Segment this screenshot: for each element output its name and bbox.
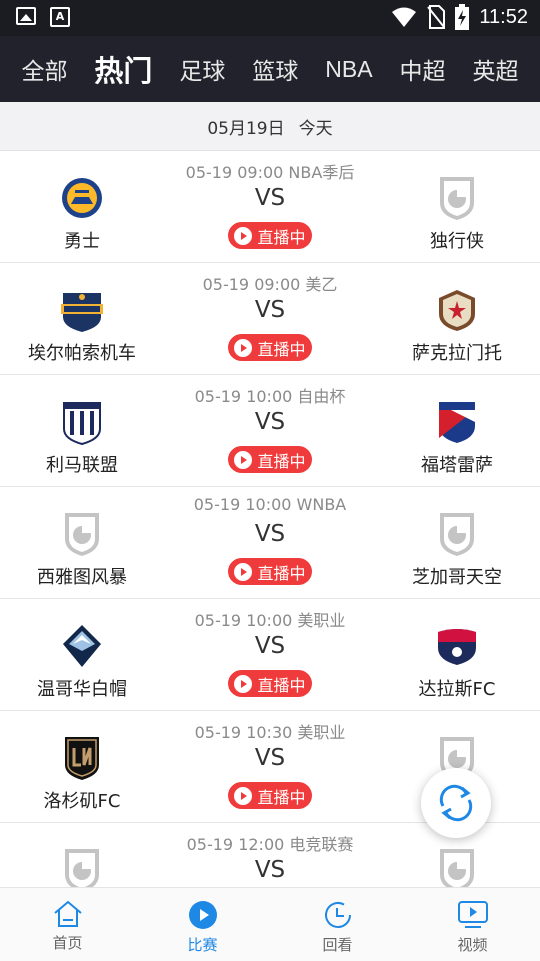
refresh-icon	[439, 784, 473, 822]
nav-replay[interactable]: 回看	[270, 888, 405, 961]
nav-label: 回看	[322, 936, 353, 954]
tab-all[interactable]: 全部	[21, 52, 67, 86]
live-label: 直播中	[257, 339, 306, 359]
play-icon	[234, 450, 253, 469]
home-team-name: 温哥华白帽	[37, 679, 127, 700]
republic-fc-logo	[434, 287, 480, 333]
play-icon	[234, 338, 253, 357]
image-icon	[16, 7, 36, 25]
match-row[interactable]: 05-19 10:00 WNBA 西雅图风暴 VS 直播中 芝加哥天空	[0, 487, 540, 599]
tab-epl[interactable]: 英超	[473, 52, 519, 86]
live-label: 直播中	[257, 787, 306, 807]
match-row[interactable]: 05-19 09:00 美乙 埃尔帕索机车 VS 直播中 萨克拉门托	[0, 263, 540, 375]
status-bar: A 11:52	[0, 0, 540, 36]
away-team[interactable]	[372, 847, 540, 887]
home-team-name: 埃尔帕索机车	[28, 343, 136, 364]
live-label: 直播中	[257, 675, 306, 695]
tab-csl[interactable]: 中超	[400, 52, 446, 86]
no-sim-icon	[427, 5, 446, 29]
clock: 11:52	[479, 5, 528, 28]
date-label: 05月19日	[207, 118, 285, 139]
away-team-name: 萨克拉门托	[412, 343, 502, 364]
away-team[interactable]: 萨克拉门托	[372, 287, 540, 365]
live-button[interactable]: 直播中	[228, 446, 312, 473]
refresh-button[interactable]	[421, 768, 491, 838]
text-icon: A	[50, 7, 70, 27]
play-icon	[234, 226, 253, 245]
tab-basketball[interactable]: 篮球	[252, 52, 298, 86]
nav-label: 比赛	[187, 936, 218, 954]
fortaleza-logo	[434, 399, 480, 445]
nav-label: 视频	[457, 936, 488, 954]
home-team-name: 西雅图风暴	[37, 567, 127, 588]
match-row[interactable]: 05-19 10:00 自由杯 利马联盟 VS 直播中 福塔雷萨	[0, 375, 540, 487]
nav-matches[interactable]: 比赛	[135, 888, 270, 961]
battery-charging-icon	[455, 4, 470, 30]
video-icon	[457, 901, 488, 928]
away-team[interactable]: 福塔雷萨	[372, 399, 540, 477]
play-icon	[234, 562, 253, 581]
tab-nba[interactable]: NBA	[325, 56, 372, 83]
away-team-name: 福塔雷萨	[421, 455, 493, 476]
fc-dallas-logo	[434, 623, 480, 669]
home-icon	[53, 900, 82, 927]
live-label: 直播中	[257, 451, 306, 471]
match-row[interactable]: 05-19 09:00 NBA季后 勇士 VS 直播中 独行侠	[0, 151, 540, 263]
play-circle-icon	[188, 901, 217, 929]
live-button[interactable]: 直播中	[228, 670, 312, 697]
default-shield-icon	[434, 175, 480, 221]
tab-football[interactable]: 足球	[179, 52, 225, 86]
away-team[interactable]: 芝加哥天空	[372, 511, 540, 589]
play-icon	[234, 786, 253, 805]
live-button[interactable]: 直播中	[228, 558, 312, 585]
tab-hot[interactable]: 热门	[94, 48, 152, 90]
match-row[interactable]: 05-19 10:00 美职业 温哥华白帽 VS 直播中 达拉斯FC	[0, 599, 540, 711]
wifi-icon	[392, 7, 417, 27]
away-team[interactable]: 达拉斯FC	[372, 623, 540, 701]
live-button[interactable]: 直播中	[228, 334, 312, 361]
replay-clock-icon	[324, 902, 351, 928]
bottom-nav: 首页 比赛 回看 视频	[0, 887, 540, 961]
nav-home[interactable]: 首页	[0, 888, 135, 961]
today-label: 今天	[298, 118, 333, 139]
away-team-name: 达拉斯FC	[418, 679, 496, 700]
home-team-name: 勇士	[64, 231, 100, 252]
nav-label: 首页	[52, 934, 83, 952]
home-team-name: 利马联盟	[46, 455, 118, 476]
live-label: 直播中	[257, 227, 306, 247]
category-tabs: 全部 热门 足球 篮球 NBA 中超 英超	[0, 36, 540, 102]
home-team-name: 洛杉矶FC	[43, 791, 121, 812]
away-team-name: 独行侠	[430, 231, 484, 252]
live-label: 直播中	[257, 563, 306, 583]
live-button[interactable]: 直播中	[228, 222, 312, 249]
away-team-name: 芝加哥天空	[412, 567, 502, 588]
play-icon	[234, 674, 253, 693]
default-shield-icon	[434, 511, 480, 557]
default-shield-icon	[434, 847, 480, 887]
away-team[interactable]: 独行侠	[372, 175, 540, 253]
nav-video[interactable]: 视频	[405, 888, 540, 961]
live-button[interactable]: 直播中	[228, 782, 312, 809]
date-header: 05月19日 今天	[0, 102, 540, 151]
